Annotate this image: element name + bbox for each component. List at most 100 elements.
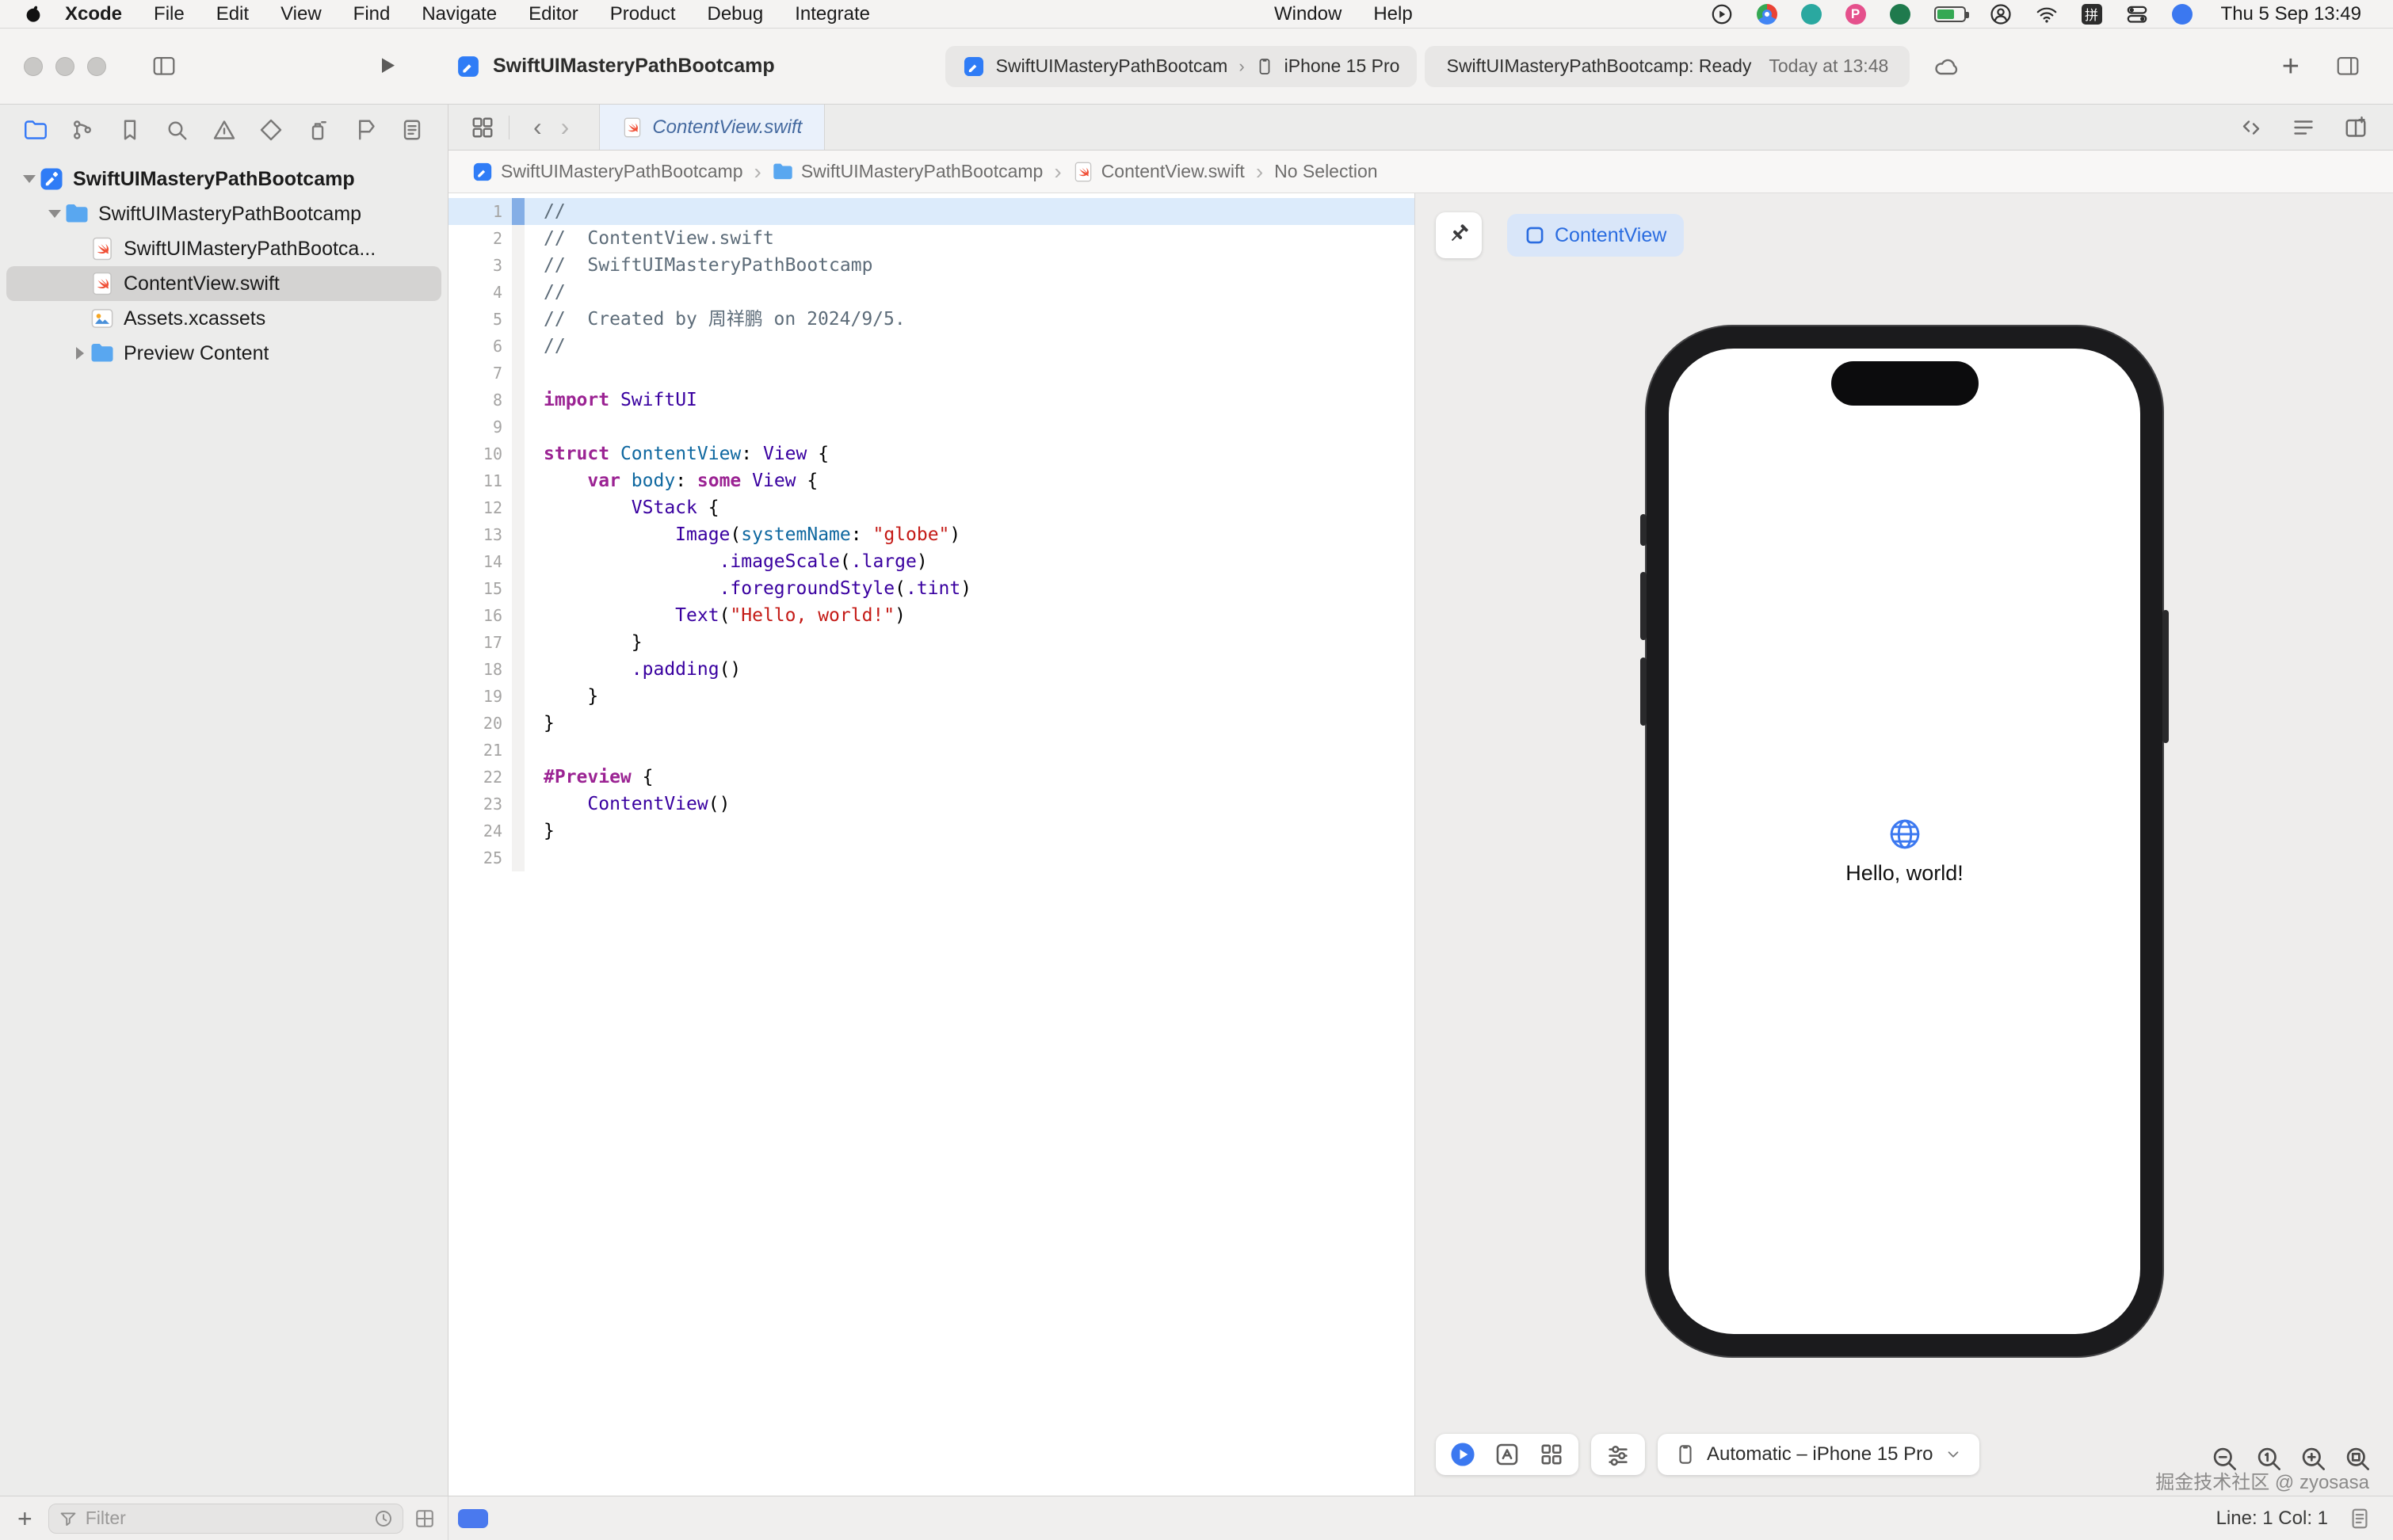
code-line-13[interactable]: 13 Image(systemName: "globe") — [448, 521, 1414, 548]
tests-icon[interactable] — [259, 118, 283, 142]
file-row-swiftuimasterypathbootca-[interactable]: SwiftUIMasteryPathBootca... — [6, 231, 441, 266]
issues-icon[interactable] — [212, 118, 236, 142]
control-center-icon[interactable] — [2126, 3, 2148, 25]
code-line-1[interactable]: 1// — [448, 198, 1414, 225]
device-settings-icon[interactable] — [1605, 1442, 1631, 1467]
code-review-icon[interactable] — [2239, 116, 2263, 139]
status-app-pink-icon[interactable]: P — [1845, 4, 1866, 25]
code-line-2[interactable]: 2// ContentView.swift — [448, 225, 1414, 252]
breadcrumb-item[interactable]: ContentView.swift — [1073, 161, 1245, 182]
code-line-24[interactable]: 24} — [448, 818, 1414, 844]
cloud-icon[interactable] — [1932, 55, 1962, 78]
code-line-19[interactable]: 19 } — [448, 683, 1414, 710]
reports-icon[interactable] — [400, 118, 424, 142]
chrome-icon[interactable] — [1757, 4, 1777, 25]
back-chevron-icon[interactable]: ‹ — [524, 112, 551, 142]
filter-scope-icon[interactable] — [414, 1508, 435, 1529]
code-line-21[interactable]: 21 — [448, 737, 1414, 764]
preview-tab-button[interactable]: ContentView — [1507, 214, 1684, 257]
pin-preview-button[interactable] — [1436, 212, 1482, 258]
document-icon[interactable] — [2349, 1508, 2371, 1530]
project-navigator-icon[interactable] — [24, 118, 48, 142]
menu-help[interactable]: Help — [1357, 3, 1428, 25]
menu-edit[interactable]: Edit — [200, 3, 265, 25]
run-destination[interactable]: iPhone 15 Pro — [1284, 55, 1400, 77]
disclosure-triangle[interactable] — [44, 204, 65, 224]
code-line-5[interactable]: 5// Created by 周祥鹏 on 2024/9/5. — [448, 306, 1414, 333]
menu-xcode[interactable]: Xcode — [49, 3, 138, 25]
source-editor[interactable]: 1//2// ContentView.swift3// SwiftUIMaste… — [448, 193, 1415, 1496]
code-line-20[interactable]: 20} — [448, 710, 1414, 737]
code-line-25[interactable]: 25 — [448, 844, 1414, 871]
menubar-clock[interactable]: Thu 5 Sep 13:49 — [2221, 3, 2361, 25]
battery-icon[interactable] — [1934, 6, 1966, 22]
add-file-button[interactable]: + — [13, 1506, 37, 1531]
code-line-12[interactable]: 12 VStack { — [448, 494, 1414, 521]
status-app-teal-icon[interactable] — [1801, 4, 1822, 25]
breadcrumb-item[interactable]: SwiftUIMasteryPathBootcamp — [472, 161, 743, 182]
breadcrumb-item[interactable]: SwiftUIMasteryPathBootcamp — [773, 161, 1044, 182]
find-icon[interactable] — [165, 118, 189, 142]
file-row-swiftuimasterypathbootcamp[interactable]: SwiftUIMasteryPathBootcamp — [6, 162, 441, 196]
user-account-icon[interactable] — [1990, 3, 2012, 25]
activity-view[interactable]: SwiftUIMasteryPathBootcamp: Ready Today … — [1425, 46, 1910, 87]
scheme-selector[interactable]: SwiftUIMasteryPathBootcam › iPhone 15 Pr… — [945, 46, 1418, 87]
menu-window[interactable]: Window — [1258, 3, 1357, 25]
file-row-assets-xcassets[interactable]: Assets.xcassets — [6, 301, 441, 336]
minimize-window-button[interactable] — [55, 57, 74, 76]
code-line-11[interactable]: 11 var body: some View { — [448, 467, 1414, 494]
inspector-toggle-icon[interactable] — [2334, 55, 2361, 78]
breakpoints-icon[interactable] — [353, 118, 377, 142]
code-line-14[interactable]: 14 .imageScale(.large) — [448, 548, 1414, 575]
code-line-16[interactable]: 16 Text("Hello, world!") — [448, 602, 1414, 629]
forward-chevron-icon[interactable]: › — [551, 112, 579, 142]
device-selector-dropdown[interactable]: Automatic – iPhone 15 Pro — [1658, 1434, 1979, 1475]
debug-icon[interactable] — [306, 118, 330, 142]
menu-product[interactable]: Product — [594, 3, 692, 25]
recent-files-icon[interactable] — [374, 1509, 393, 1528]
code-line-23[interactable]: 23 ContentView() — [448, 791, 1414, 818]
menu-view[interactable]: View — [265, 3, 338, 25]
menu-navigate[interactable]: Navigate — [406, 3, 513, 25]
source-control-icon[interactable] — [71, 118, 94, 142]
file-row-swiftuimasterypathbootcamp[interactable]: SwiftUIMasteryPathBootcamp — [6, 196, 441, 231]
zoom-window-button[interactable] — [87, 57, 106, 76]
related-items-icon[interactable] — [471, 116, 494, 139]
code-line-4[interactable]: 4// — [448, 279, 1414, 306]
filter-field[interactable] — [48, 1504, 403, 1534]
code-line-18[interactable]: 18 .padding() — [448, 656, 1414, 683]
file-row-preview-content[interactable]: Preview Content — [6, 336, 441, 371]
code-line-8[interactable]: 8import SwiftUI — [448, 387, 1414, 414]
filter-input[interactable] — [86, 1508, 366, 1529]
navigator-toggle-icon[interactable] — [151, 55, 177, 78]
menu-debug[interactable]: Debug — [692, 3, 780, 25]
menu-file[interactable]: File — [138, 3, 200, 25]
code-line-10[interactable]: 10struct ContentView: View { — [448, 440, 1414, 467]
breadcrumb-item[interactable]: No Selection — [1274, 161, 1377, 182]
screen-record-icon[interactable] — [1711, 3, 1733, 25]
run-button[interactable] — [376, 54, 401, 79]
close-window-button[interactable] — [24, 57, 43, 76]
status-app-blue-icon[interactable] — [2172, 4, 2193, 25]
code-line-7[interactable]: 7 — [448, 360, 1414, 387]
wifi-icon[interactable] — [2036, 3, 2058, 25]
library-add-icon[interactable]: + — [2282, 51, 2299, 82]
menu-find[interactable]: Find — [338, 3, 406, 25]
input-source-icon[interactable]: 拼 — [2082, 4, 2102, 25]
adjust-editor-icon[interactable] — [2292, 116, 2315, 139]
code-line-6[interactable]: 6// — [448, 333, 1414, 360]
live-preview-play-icon[interactable] — [1450, 1442, 1475, 1467]
code-line-9[interactable]: 9 — [448, 414, 1414, 440]
iphone-screen[interactable]: Hello, world! — [1669, 349, 2140, 1334]
variants-icon[interactable] — [1494, 1442, 1520, 1467]
add-editor-icon[interactable] — [2344, 116, 2368, 139]
apple-icon[interactable] — [24, 4, 43, 25]
file-row-contentview-swift[interactable]: ContentView.swift — [6, 266, 441, 301]
menu-editor[interactable]: Editor — [513, 3, 594, 25]
code-line-3[interactable]: 3// SwiftUIMasteryPathBootcamp — [448, 252, 1414, 279]
code-line-15[interactable]: 15 .foregroundStyle(.tint) — [448, 575, 1414, 602]
code-line-17[interactable]: 17 } — [448, 629, 1414, 656]
disclosure-triangle[interactable] — [70, 343, 90, 364]
code-line-22[interactable]: 22#Preview { — [448, 764, 1414, 791]
disclosure-triangle[interactable] — [19, 169, 40, 189]
